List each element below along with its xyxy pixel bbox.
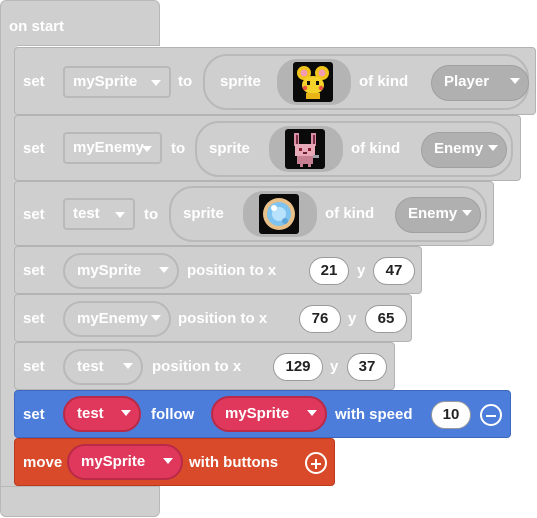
set-sprite-block[interactable]: set mySprite to sprite of kind Player: [14, 47, 536, 115]
sprite-image-picker[interactable]: [277, 59, 351, 105]
sprite-create-block[interactable]: sprite of kind Enemy: [195, 121, 513, 177]
with-speed-label: with speed: [335, 406, 413, 423]
with-buttons-label: with buttons: [189, 454, 279, 471]
sprite-image-picker[interactable]: [243, 191, 317, 237]
variable-dropdown[interactable]: myEnemy: [63, 301, 171, 337]
set-label: set: [23, 206, 45, 223]
plus-circle-icon[interactable]: [305, 452, 327, 474]
variable-name: myEnemy: [73, 139, 144, 156]
set-label: set: [23, 140, 45, 157]
kind-dropdown[interactable]: Enemy: [421, 132, 507, 168]
event-label: on start: [9, 18, 65, 35]
chevron-down-icon: [510, 78, 520, 84]
y-value-input[interactable]: 47: [373, 257, 415, 285]
chevron-down-icon: [488, 145, 498, 151]
sprite-follow-block[interactable]: set test follow mySprite with speed 10: [14, 390, 511, 438]
variable-dropdown[interactable]: myEnemy: [63, 132, 162, 164]
variable-dropdown[interactable]: mySprite: [63, 253, 179, 289]
y-label: y: [330, 358, 339, 375]
variable-name: mySprite: [77, 262, 142, 279]
to-label: to: [171, 140, 186, 157]
sprite-label: sprite: [209, 140, 250, 157]
yellow-mouse-sprite-icon: [293, 62, 333, 102]
chevron-down-icon: [121, 410, 131, 416]
set-sprite-block[interactable]: set myEnemy to sprite of kind Enemy: [14, 115, 521, 181]
sprite-label: sprite: [220, 73, 261, 90]
y-label: y: [357, 262, 366, 279]
sprite-create-block[interactable]: sprite of kind Player: [203, 54, 529, 110]
sprite-label: sprite: [183, 205, 224, 222]
set-label: set: [23, 358, 45, 375]
to-label: to: [178, 73, 193, 90]
variable-name: test: [73, 205, 100, 222]
event-block-foot: [0, 486, 160, 517]
set-position-block[interactable]: set myEnemy position to x 76 y 65: [14, 294, 412, 342]
set-position-block[interactable]: set mySprite position to x 21 y 47: [14, 246, 422, 294]
kind-dropdown[interactable]: Enemy: [395, 197, 481, 233]
chevron-down-icon: [151, 80, 161, 86]
variable-dropdown[interactable]: mySprite: [63, 66, 171, 98]
position-to-x-label: position to x: [187, 262, 277, 279]
set-position-block[interactable]: set test position to x 129 y 37: [14, 342, 395, 390]
target-dropdown[interactable]: mySprite: [211, 396, 327, 432]
kind-dropdown[interactable]: Player: [431, 65, 529, 101]
y-label: y: [348, 310, 357, 327]
set-label: set: [23, 73, 45, 90]
position-to-x-label: position to x: [152, 358, 242, 375]
chevron-down-icon: [163, 458, 173, 464]
chevron-down-icon: [142, 146, 152, 152]
move-label: move: [23, 454, 63, 471]
variable-dropdown[interactable]: mySprite: [67, 444, 183, 480]
position-to-x-label: position to x: [178, 310, 268, 327]
move-with-buttons-block[interactable]: move mySprite with buttons: [14, 438, 335, 486]
chevron-down-icon: [123, 363, 133, 369]
chevron-down-icon: [462, 210, 472, 216]
follow-label: follow: [151, 406, 195, 423]
to-label: to: [144, 206, 159, 223]
pink-bunny-sprite-icon: [285, 129, 325, 169]
set-label: set: [23, 310, 45, 327]
variable-name: mySprite: [73, 73, 138, 90]
chevron-down-icon: [159, 267, 169, 273]
target-name: mySprite: [225, 405, 290, 422]
sprite-create-block[interactable]: sprite of kind Enemy: [169, 186, 487, 242]
chevron-down-icon: [307, 410, 317, 416]
variable-dropdown[interactable]: test: [63, 349, 143, 385]
kind-value: Enemy: [434, 140, 484, 157]
variable-dropdown[interactable]: test: [63, 198, 135, 230]
speed-value-input[interactable]: 10: [431, 401, 471, 429]
x-value-input[interactable]: 76: [299, 305, 341, 333]
set-label: set: [23, 262, 45, 279]
kind-value: Enemy: [408, 205, 458, 222]
of-kind-label: of kind: [325, 205, 375, 222]
y-value-input[interactable]: 37: [347, 353, 387, 381]
set-sprite-block[interactable]: set test to sprite of kind Enemy: [14, 181, 494, 246]
of-kind-label: of kind: [351, 140, 401, 157]
variable-name: mySprite: [81, 453, 146, 470]
kind-value: Player: [444, 73, 490, 90]
set-label: set: [23, 406, 45, 423]
chevron-down-icon: [151, 315, 161, 321]
on-start-event-block[interactable]: on start: [0, 0, 160, 46]
of-kind-label: of kind: [359, 73, 409, 90]
blue-orb-sprite-icon: [259, 194, 299, 234]
sprite-image-picker[interactable]: [269, 126, 343, 172]
variable-name: test: [77, 358, 104, 375]
chevron-down-icon: [115, 212, 125, 218]
x-value-input[interactable]: 129: [273, 353, 323, 381]
variable-dropdown[interactable]: test: [63, 396, 141, 432]
variable-name: myEnemy: [77, 310, 148, 327]
minus-circle-icon[interactable]: [480, 404, 502, 426]
y-value-input[interactable]: 65: [365, 305, 407, 333]
variable-name: test: [77, 405, 104, 422]
x-value-input[interactable]: 21: [309, 257, 349, 285]
